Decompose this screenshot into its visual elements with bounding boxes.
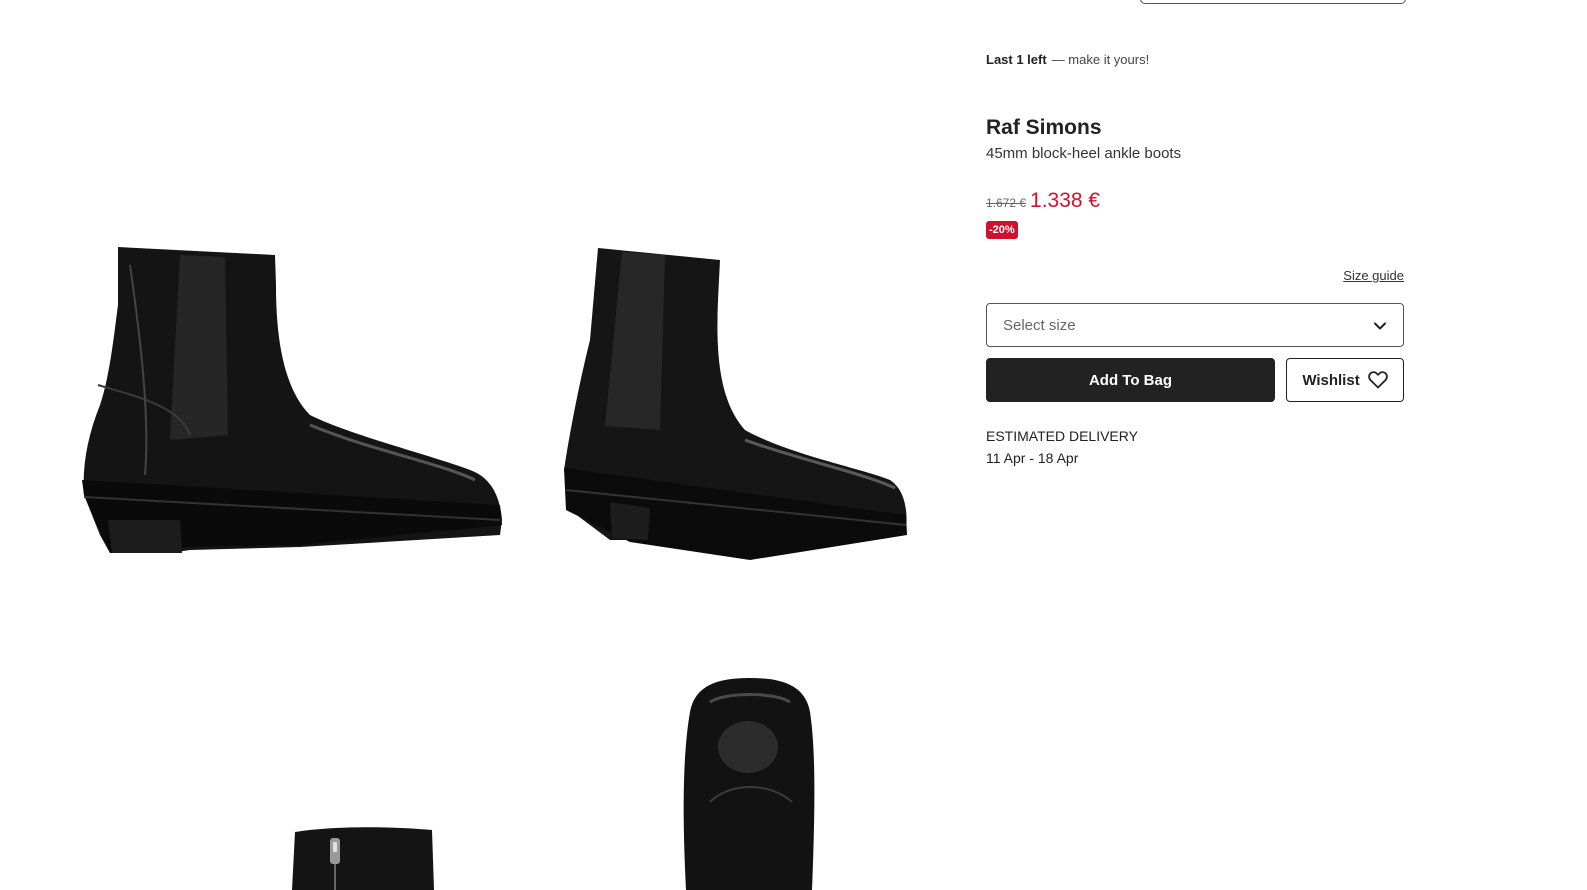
size-guide-link[interactable]: Size guide — [1343, 268, 1404, 283]
estimated-delivery-label: ESTIMATED DELIVERY — [986, 428, 1138, 444]
sale-price: 1.338 € — [1030, 189, 1101, 212]
estimated-delivery-dates: 11 Apr - 18 Apr — [986, 450, 1079, 466]
wishlist-button[interactable]: Wishlist — [1286, 358, 1404, 402]
size-select-placeholder: Select size — [1003, 317, 1076, 334]
product-image-top[interactable] — [670, 672, 830, 890]
stock-message: — make it yours! — [1051, 52, 1150, 67]
product-image-side[interactable] — [70, 235, 515, 570]
chevron-down-icon — [1373, 319, 1387, 338]
product-image-angle[interactable] — [550, 240, 920, 570]
stock-notice: Last 1 left — make it yours! — [986, 52, 1149, 67]
brand-name[interactable]: Raf Simons — [986, 116, 1102, 140]
stock-count: Last 1 left — [986, 52, 1047, 67]
size-select[interactable]: Select size — [986, 303, 1404, 347]
add-to-bag-button[interactable]: Add To Bag — [986, 358, 1275, 402]
discount-badge: -20% — [986, 221, 1018, 239]
price-row: 1.672 €1.338 € — [986, 189, 1100, 213]
wishlist-label: Wishlist — [1302, 371, 1360, 389]
heart-icon — [1367, 371, 1388, 389]
product-description: 45mm block-heel ankle boots — [986, 145, 1182, 162]
product-gallery — [0, 0, 950, 890]
product-image-inner[interactable] — [280, 820, 450, 890]
original-price: 1.672 € — [986, 196, 1027, 210]
top-selector-edge[interactable] — [1140, 0, 1406, 4]
